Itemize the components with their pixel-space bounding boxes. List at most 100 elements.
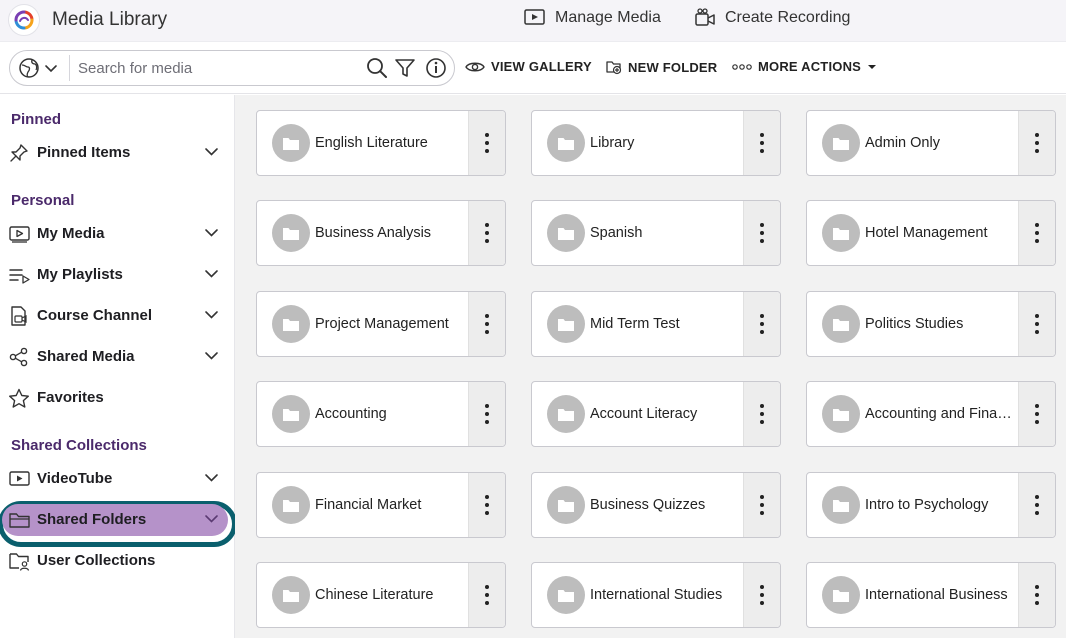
camera-icon — [695, 8, 715, 26]
kebab-icon — [1035, 314, 1039, 334]
folder-card[interactable]: Intro to Psychology — [806, 472, 1056, 538]
folder-card[interactable]: International Studies — [531, 562, 781, 628]
folder-grid: English Literature Library Admin Only Busin… — [235, 95, 1066, 638]
chevron-down-icon[interactable] — [204, 147, 219, 157]
folder-menu-button[interactable] — [743, 201, 780, 265]
folder-name: International Studies — [590, 587, 723, 603]
folder-card[interactable]: Accounting — [256, 381, 506, 447]
folder-menu-button[interactable] — [743, 292, 780, 356]
chevron-down-icon[interactable] — [204, 351, 219, 361]
folder-name: Admin Only — [865, 135, 940, 151]
sidebar-item-shared-media[interactable]: Shared Media — [0, 340, 234, 374]
folder-name: Spanish — [590, 225, 643, 241]
info-icon[interactable] — [425, 57, 447, 84]
folder-menu-button[interactable] — [468, 111, 505, 175]
kebab-icon — [485, 314, 489, 334]
folder-menu-button[interactable] — [468, 292, 505, 356]
search-input[interactable] — [78, 56, 358, 80]
folder-card[interactable]: Accounting and Finance — [806, 381, 1056, 447]
folder-name: Politics Studies — [865, 316, 964, 332]
folder-card[interactable]: Admin Only — [806, 110, 1056, 176]
playlist-icon — [8, 265, 30, 285]
section-heading-personal: Personal — [11, 192, 75, 209]
folder-menu-button[interactable] — [1018, 111, 1055, 175]
folder-menu-button[interactable] — [1018, 201, 1055, 265]
folder-menu-button[interactable] — [1018, 473, 1055, 537]
video-icon — [8, 469, 30, 489]
folder-card[interactable]: Hotel Management — [806, 200, 1056, 266]
folder-icon — [822, 395, 860, 433]
folder-icon — [822, 214, 860, 252]
chevron-down-icon[interactable] — [204, 514, 219, 524]
folder-menu-button[interactable] — [743, 382, 780, 446]
section-heading-pinned: Pinned — [11, 111, 62, 128]
search-icon[interactable] — [366, 57, 388, 84]
user-folder-icon — [8, 551, 30, 571]
star-icon — [8, 388, 30, 408]
create-recording-button[interactable]: Create Recording — [695, 8, 850, 28]
folder-card[interactable]: Business Analysis — [256, 200, 506, 266]
folder-name: Accounting — [315, 406, 387, 422]
folder-menu-button[interactable] — [468, 201, 505, 265]
folder-card[interactable]: Politics Studies — [806, 291, 1056, 357]
folder-menu-button[interactable] — [1018, 563, 1055, 627]
folder-menu-button[interactable] — [1018, 292, 1055, 356]
kebab-icon — [760, 223, 764, 243]
folder-name: Financial Market — [315, 497, 422, 513]
folder-icon — [8, 510, 30, 530]
folder-card[interactable]: Financial Market — [256, 472, 506, 538]
folder-menu-button[interactable] — [743, 563, 780, 627]
folder-card[interactable]: Account Literacy — [531, 381, 781, 447]
caret-down-icon — [868, 64, 877, 69]
folder-name: Project Management — [315, 316, 449, 332]
folder-menu-button[interactable] — [743, 111, 780, 175]
folder-card[interactable]: Project Management — [256, 291, 506, 357]
kebab-icon — [485, 585, 489, 605]
sidebar-item-course-channel[interactable]: Course Channel — [0, 299, 234, 333]
folder-name: Chinese Literature — [315, 587, 434, 603]
folder-menu-button[interactable] — [743, 473, 780, 537]
chevron-down-icon[interactable] — [204, 228, 219, 238]
folder-menu-button[interactable] — [468, 473, 505, 537]
folder-card[interactable]: Spanish — [531, 200, 781, 266]
kebab-icon — [485, 495, 489, 515]
folder-icon — [822, 486, 860, 524]
sidebar-item-videotube[interactable]: VideoTube — [0, 462, 234, 496]
chevron-down-icon[interactable] — [204, 310, 219, 320]
folder-card[interactable]: English Literature — [256, 110, 506, 176]
sidebar: Pinned Pinned Items Personal My Media My… — [0, 95, 237, 638]
chevron-down-icon[interactable] — [204, 269, 219, 279]
folder-menu-button[interactable] — [1018, 382, 1055, 446]
chevron-down-icon — [45, 65, 57, 73]
folder-card[interactable]: Mid Term Test — [531, 291, 781, 357]
chevron-down-icon[interactable] — [204, 473, 219, 483]
folder-card[interactable]: Chinese Literature — [256, 562, 506, 628]
folder-name: Business Quizzes — [590, 497, 706, 513]
kebab-icon — [1035, 223, 1039, 243]
view-gallery-label: VIEW GALLERY — [491, 59, 592, 74]
filter-icon[interactable] — [394, 57, 416, 84]
folder-icon — [822, 305, 860, 343]
manage-media-button[interactable]: Manage Media — [524, 8, 661, 27]
sidebar-item-favorites[interactable]: Favorites — [0, 381, 234, 415]
folder-card[interactable]: Business Quizzes — [531, 472, 781, 538]
folder-menu-button[interactable] — [468, 382, 505, 446]
sidebar-item-shared-folders[interactable]: Shared Folders — [0, 501, 237, 547]
folder-icon — [547, 214, 585, 252]
sidebar-item-user-collections[interactable]: User Collections — [0, 544, 234, 578]
sidebar-item-my-playlists[interactable]: My Playlists — [0, 258, 234, 292]
more-actions-dropdown[interactable]: MORE ACTIONS — [732, 59, 877, 74]
sidebar-item-pinned-items[interactable]: Pinned Items — [0, 136, 234, 170]
view-gallery-button[interactable]: VIEW GALLERY — [465, 59, 592, 74]
kebab-icon — [760, 404, 764, 424]
sidebar-item-my-media[interactable]: My Media — [0, 217, 234, 251]
search-scope-dropdown[interactable] — [18, 57, 58, 79]
new-folder-icon — [606, 61, 622, 75]
folder-menu-button[interactable] — [468, 563, 505, 627]
folder-icon — [272, 395, 310, 433]
folder-icon — [547, 305, 585, 343]
folder-card[interactable]: International Business — [806, 562, 1056, 628]
folder-card[interactable]: Library — [531, 110, 781, 176]
new-folder-button[interactable]: NEW FOLDER — [606, 59, 717, 75]
sidebar-item-label: My Playlists — [37, 266, 123, 283]
